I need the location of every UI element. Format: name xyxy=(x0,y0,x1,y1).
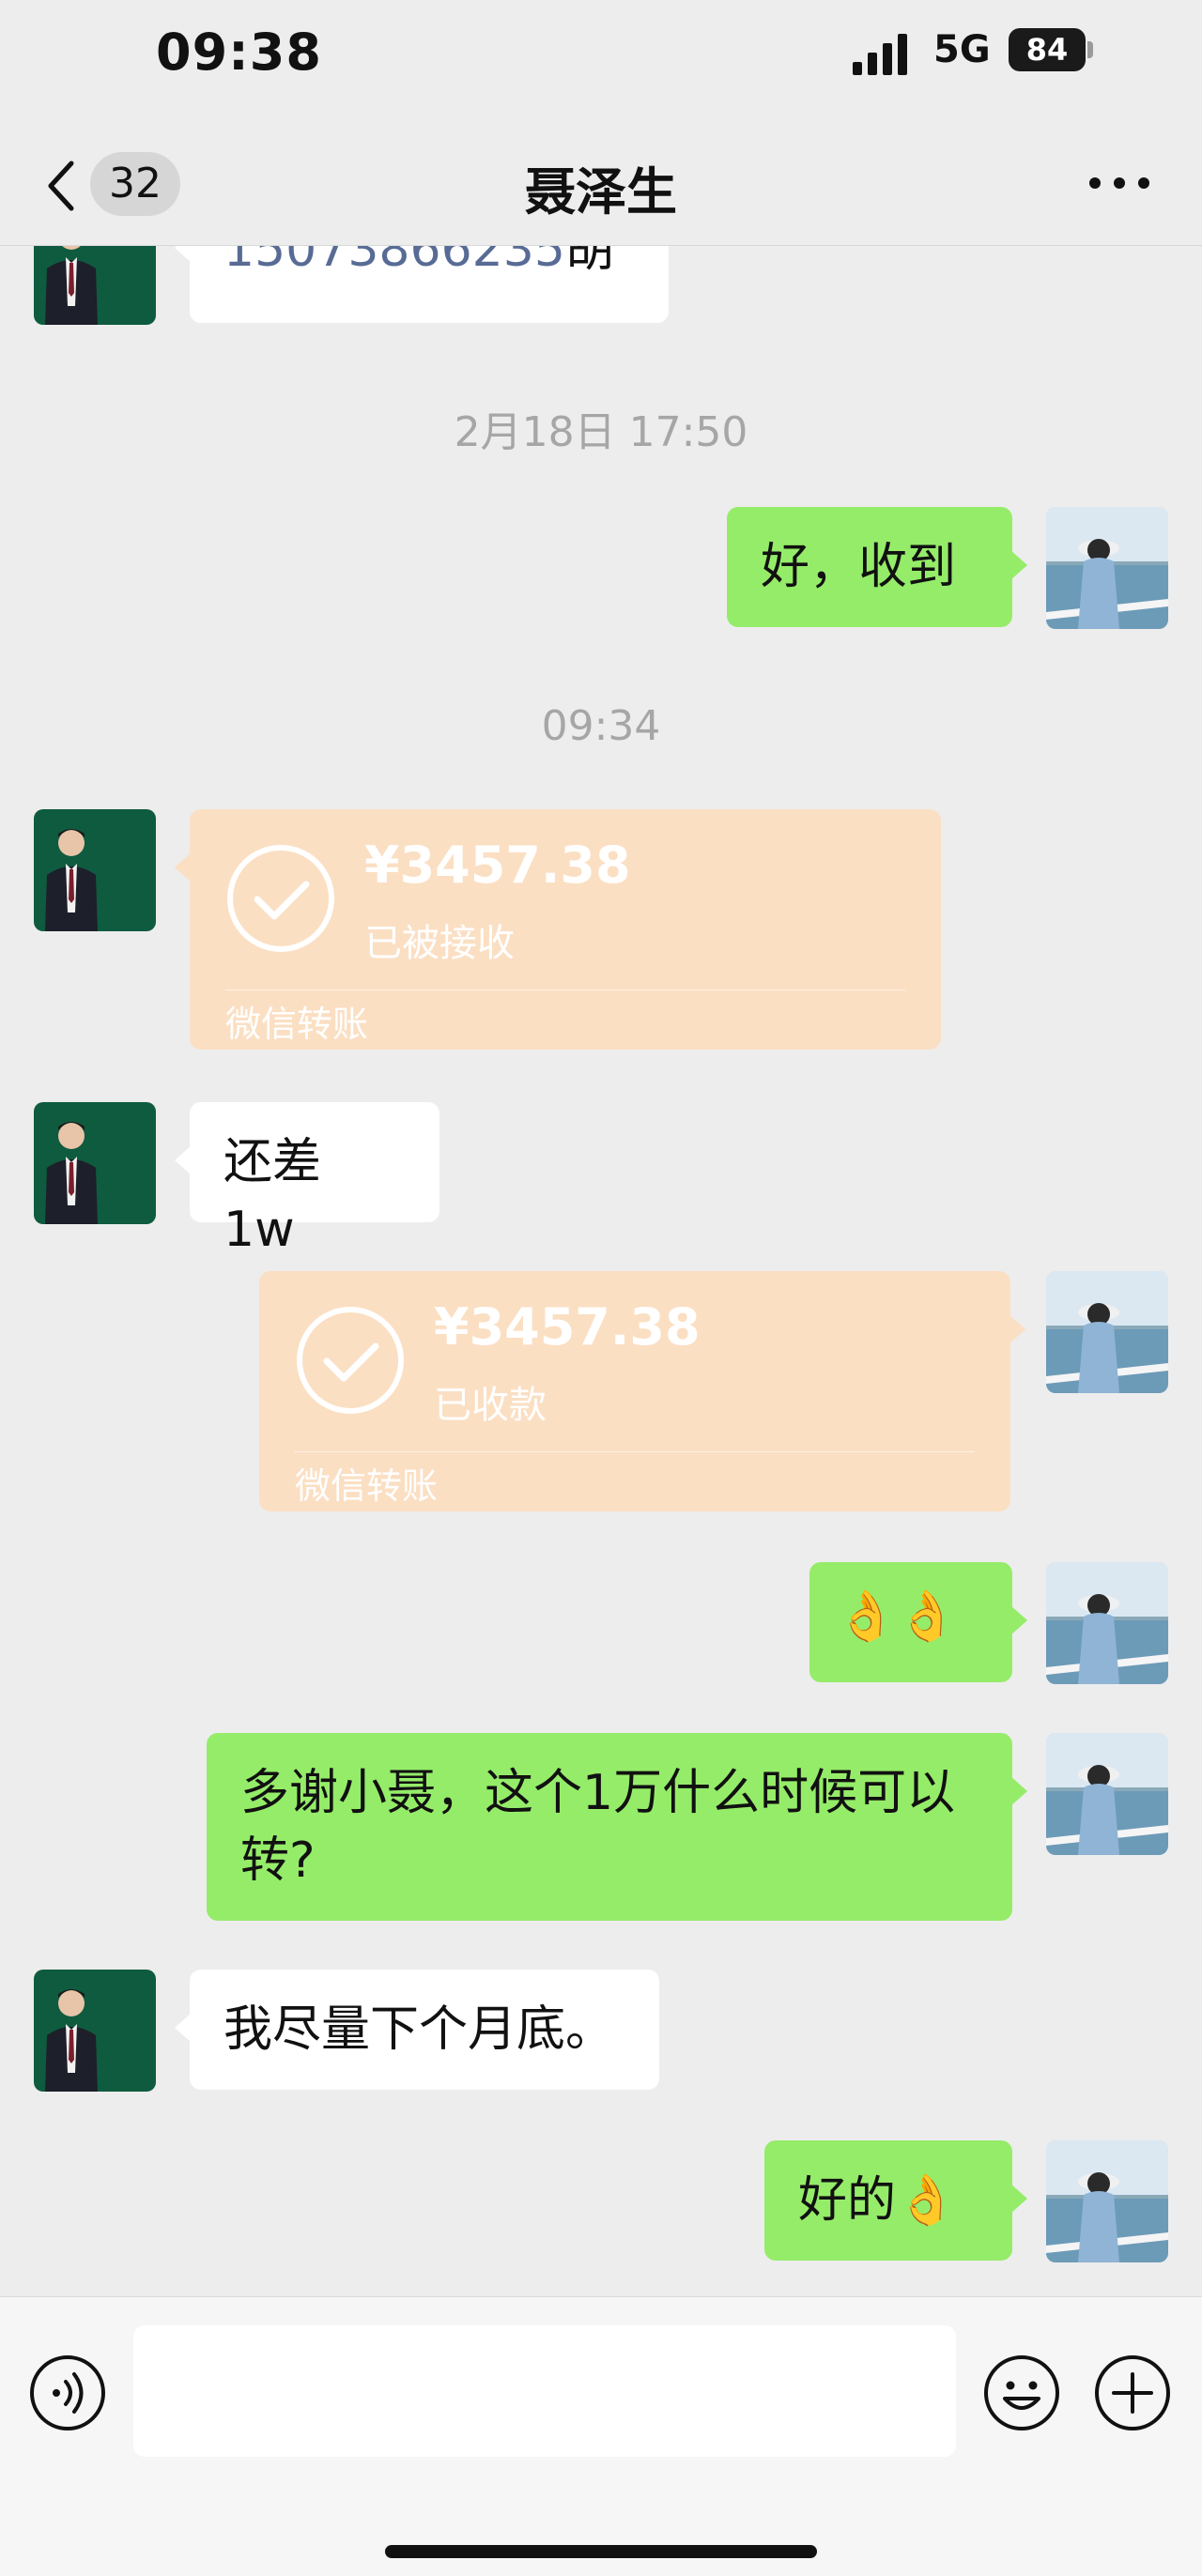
self-avatar[interactable] xyxy=(1046,507,1168,629)
transfer-amount: ¥3457.38 xyxy=(434,1297,701,1357)
transfer-status: 已被接收 xyxy=(364,922,515,965)
transfer-card[interactable]: ¥3457.38 已被接收 微信转账 xyxy=(175,809,941,1050)
self-avatar[interactable] xyxy=(1046,2140,1168,2262)
message-bubble[interactable]: 好，收到 xyxy=(727,507,1027,627)
message-input[interactable] xyxy=(133,2325,956,2457)
contact-avatar[interactable] xyxy=(34,1970,156,2092)
contact-avatar[interactable] xyxy=(34,809,156,931)
battery-level: 84 xyxy=(1009,28,1086,71)
check-circle-icon xyxy=(297,1307,404,1414)
signal-icon xyxy=(853,34,907,75)
battery-tip xyxy=(1087,41,1093,58)
chat-title: 聂泽生 xyxy=(525,162,677,222)
message-bubble[interactable]: 好的👌 xyxy=(764,2140,1027,2261)
check-circle-icon xyxy=(227,845,334,952)
chat-header: 32 聂泽生 xyxy=(0,122,1202,246)
self-avatar[interactable] xyxy=(1046,1562,1168,1684)
message-bubble[interactable]: 还差 1w xyxy=(175,1102,439,1258)
message-bubble[interactable]: 我尽量下个月底。 xyxy=(175,1970,659,2090)
timestamp: 2月18日 17:50 xyxy=(454,408,748,456)
self-avatar[interactable] xyxy=(1046,1271,1168,1393)
transfer-status: 已收款 xyxy=(434,1384,547,1427)
message-bubble[interactable]: 👌👌 xyxy=(809,1562,1027,1682)
emoji-icon[interactable] xyxy=(982,2354,1061,2432)
transfer-source: 微信转账 xyxy=(295,1465,439,1507)
input-bar xyxy=(0,2296,1202,2576)
transfer-divider xyxy=(295,1451,975,1452)
contact-avatar[interactable] xyxy=(34,1102,156,1224)
more-icon[interactable] xyxy=(1086,169,1153,197)
self-avatar[interactable] xyxy=(1046,1733,1168,1855)
transfer-source: 微信转账 xyxy=(225,1004,369,1045)
wechat-chat-screen: 09:38 5G 84 32 聂泽生 15073866235胡 2月18日 17… xyxy=(0,0,1202,2576)
message-text: 胡 xyxy=(564,246,614,278)
status-time: 09:38 xyxy=(156,23,322,82)
battery-icon: 84 xyxy=(1009,28,1093,71)
status-bar: 09:38 5G 84 xyxy=(0,0,1202,122)
voice-icon[interactable] xyxy=(28,2354,107,2432)
message-bubble[interactable]: 15073866235胡 xyxy=(175,246,669,323)
contact-avatar[interactable] xyxy=(34,246,156,325)
transfer-amount: ¥3457.38 xyxy=(364,836,631,895)
home-indicator[interactable] xyxy=(385,2545,817,2558)
transfer-card[interactable]: ¥3457.38 已收款 微信转账 xyxy=(259,1271,1025,1511)
transfer-divider xyxy=(225,989,905,990)
plus-icon[interactable] xyxy=(1093,2354,1172,2432)
message-list[interactable]: 15073866235胡 2月18日 17:50 好，收到 09:34 ¥345… xyxy=(0,246,1202,2296)
network-type: 5G xyxy=(933,28,991,71)
message-bubble[interactable]: 多谢小聂，这个1万什么时候可以转? xyxy=(207,1733,1027,1921)
phone-number-link[interactable]: 15073866235 xyxy=(223,246,565,278)
timestamp: 09:34 xyxy=(541,702,661,750)
